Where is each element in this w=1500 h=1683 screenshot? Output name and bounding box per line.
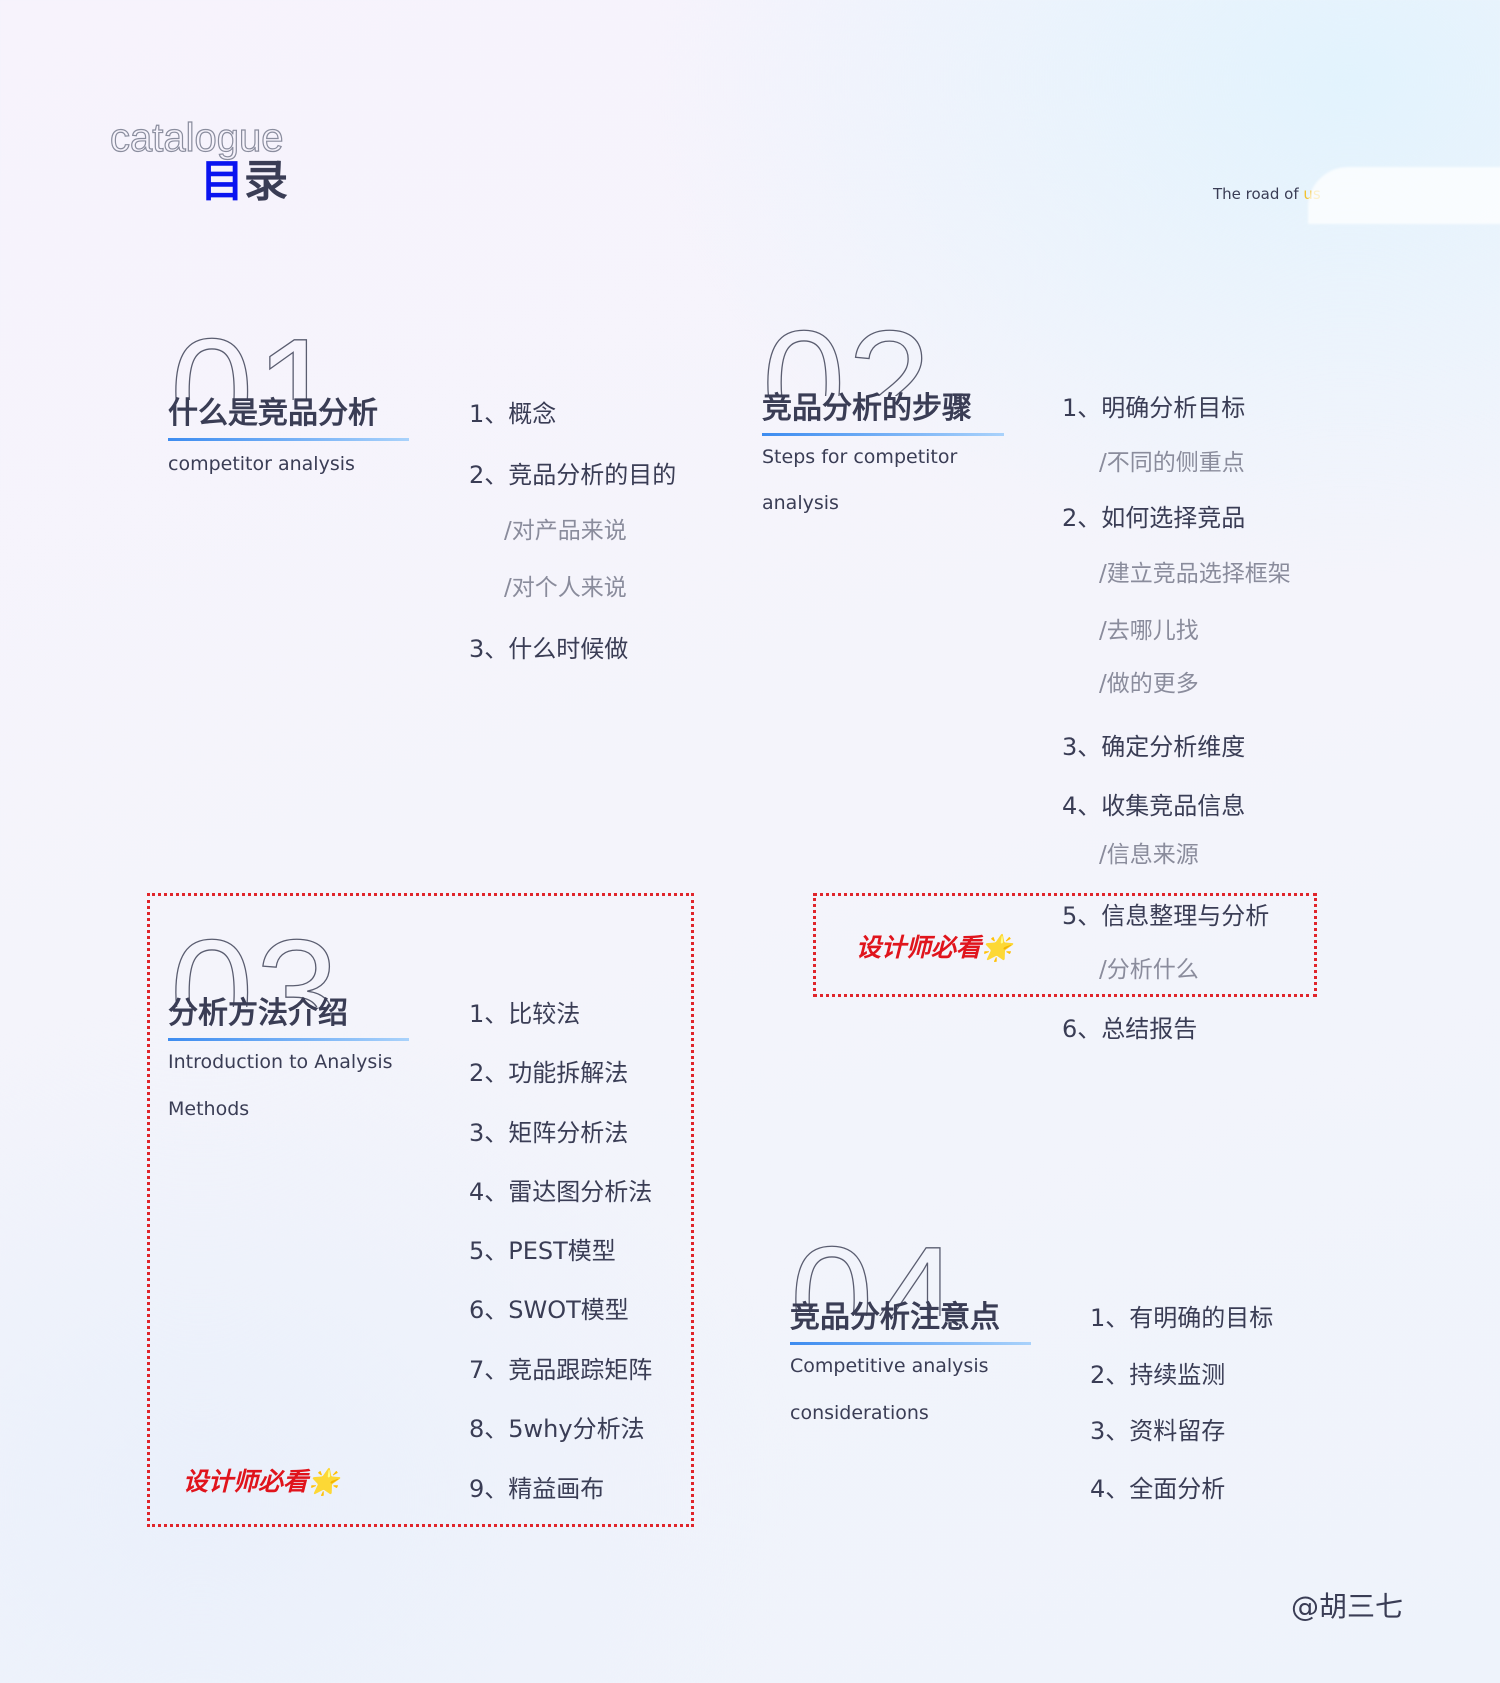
tagline-prefix: The road of	[1213, 185, 1304, 203]
page-title: 目录	[200, 160, 288, 204]
title-rest: 录	[244, 156, 288, 207]
section-number-2: 02	[762, 308, 1062, 396]
list-item: 3、矩阵分析法	[469, 1119, 629, 1147]
list-subitem: /去哪儿找	[1099, 618, 1199, 644]
list-item: 6、总结报告	[1062, 1015, 1198, 1043]
list-item: 3、什么时候做	[469, 635, 629, 663]
list-item: 3、确定分析维度	[1062, 733, 1246, 761]
section-number-3: 03	[170, 917, 470, 1007]
list-subitem: /分析什么	[1099, 957, 1199, 983]
list-subitem: /不同的侧重点	[1099, 450, 1245, 476]
section-subtitle: considerations	[790, 1402, 929, 1424]
section-subtitle: analysis	[762, 492, 839, 514]
section-subtitle: Steps for competitor	[762, 446, 958, 468]
list-item: 1、有明确的目标	[1090, 1304, 1274, 1332]
section-title: 竞品分析注意点	[790, 1300, 1000, 1335]
list-item: 4、雷达图分析法	[469, 1178, 653, 1206]
must-see-label: 设计师必看🌟	[856, 935, 1012, 960]
list-item: 2、如何选择竞品	[1062, 504, 1246, 532]
list-subitem: /做的更多	[1099, 671, 1199, 697]
list-item: 4、收集竞品信息	[1062, 792, 1246, 820]
list-item: 3、资料留存	[1090, 1417, 1226, 1445]
list-item: 2、功能拆解法	[469, 1059, 629, 1087]
must-see-text: 设计师必看	[183, 1467, 309, 1496]
section-number-1: 01	[170, 316, 470, 400]
section-title: 竞品分析的步骤	[762, 391, 972, 426]
title-underline	[790, 1342, 1031, 1345]
decorative-pill	[1308, 167, 1500, 224]
section-number-text: 03	[170, 917, 341, 1007]
section-subtitle: Introduction to Analysis	[168, 1051, 393, 1073]
star-icon: 🌟	[981, 933, 1013, 962]
list-item: 1、概念	[469, 400, 557, 428]
catalogue-label: catalogue	[109, 116, 284, 160]
section-title: 什么是竞品分析	[168, 396, 378, 431]
list-item: 4、全面分析	[1090, 1475, 1226, 1503]
author-signature: @胡三七	[1291, 1590, 1404, 1623]
list-item: 1、比较法	[469, 1000, 581, 1028]
list-item: 7、竞品跟踪矩阵	[469, 1356, 653, 1384]
title-underline	[168, 1038, 409, 1041]
list-item: 5、PEST模型	[469, 1237, 616, 1265]
list-item: 6、SWOT模型	[469, 1296, 629, 1324]
list-subitem: /建立竞品选择框架	[1099, 561, 1291, 587]
title-accent: 目	[200, 156, 244, 207]
list-subitem: /对产品来说	[504, 518, 627, 544]
list-item: 8、5why分析法	[469, 1415, 645, 1443]
list-subitem: /信息来源	[1099, 842, 1199, 868]
section-subtitle: Methods	[168, 1098, 250, 1120]
list-item: 5、信息整理与分析	[1062, 902, 1270, 930]
section-subtitle: competitor analysis	[168, 453, 355, 475]
list-item: 9、精益画布	[469, 1475, 605, 1503]
tagline: The road of us	[1213, 187, 1321, 202]
must-see-label: 设计师必看🌟	[183, 1469, 339, 1494]
list-item: 2、持续监测	[1090, 1361, 1226, 1389]
list-item: 1、明确分析目标	[1062, 394, 1246, 422]
list-subitem: /对个人来说	[504, 575, 627, 601]
section-number-text: 01	[170, 316, 341, 400]
section-subtitle: Competitive analysis	[790, 1355, 989, 1377]
section-title: 分析方法介绍	[168, 996, 348, 1031]
list-item: 2、竞品分析的目的	[469, 461, 677, 489]
must-see-text: 设计师必看	[856, 933, 982, 962]
title-underline	[762, 433, 1004, 436]
title-underline	[168, 438, 409, 441]
section-number-text: 02	[762, 308, 933, 396]
star-icon: 🌟	[308, 1467, 340, 1496]
